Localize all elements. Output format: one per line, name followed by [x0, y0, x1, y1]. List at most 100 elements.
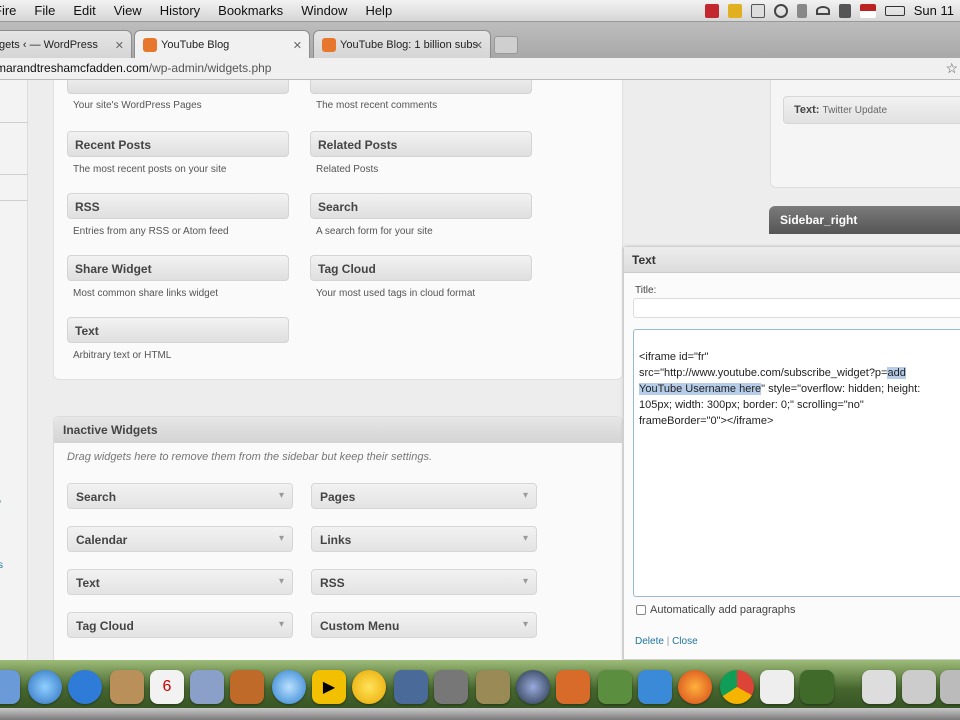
- flag-icon[interactable]: [859, 3, 876, 18]
- expand-arrow-icon[interactable]: ▾: [279, 533, 284, 544]
- menu-edit[interactable]: Edit: [64, 3, 104, 18]
- inactive-widget-search[interactable]: Search ▾: [67, 483, 293, 509]
- record-icon[interactable]: [704, 3, 719, 18]
- menubar-clock[interactable]: Sun 11: [914, 3, 954, 18]
- url-text[interactable]: marandtreshamcfadden.com/wp-admin/widget…: [0, 61, 271, 75]
- text-widget-header[interactable]: Text: [624, 247, 960, 273]
- widget-pages[interactable]: [67, 80, 289, 94]
- widget-action-links: Delete | Close: [635, 636, 698, 647]
- inactive-widget-text[interactable]: Text ▾: [67, 569, 293, 595]
- presentation-icon[interactable]: [556, 670, 590, 704]
- screenshot-stack-icon[interactable]: [862, 670, 896, 704]
- available-widgets-panel: Your site's WordPress Pages The most rec…: [53, 80, 623, 380]
- system-preferences-icon[interactable]: [434, 670, 468, 704]
- sidebar-right-header[interactable]: Sidebar_right: [769, 206, 960, 234]
- address-book-icon[interactable]: [110, 670, 144, 704]
- admin-left-menu: / s: [0, 80, 28, 660]
- browser-tab-strip: gets ‹ — WordPress ✕ YouTube Blog ✕ YouT…: [0, 22, 960, 58]
- numbers-icon[interactable]: [800, 670, 834, 704]
- volume-icon[interactable]: [838, 3, 851, 18]
- menu-link-fragment[interactable]: s: [0, 560, 3, 571]
- auto-paragraphs-option[interactable]: Automatically add paragraphs: [636, 604, 796, 616]
- auto-paragraphs-checkbox[interactable]: [636, 605, 646, 615]
- widget-tag-cloud[interactable]: Tag Cloud: [310, 255, 532, 281]
- charts-app-icon[interactable]: [598, 670, 632, 704]
- widget-rss[interactable]: RSS: [67, 193, 289, 219]
- inactive-widgets-header[interactable]: Inactive Widgets: [54, 417, 622, 443]
- close-link[interactable]: Close: [672, 636, 698, 647]
- sidebar-widget-twitter[interactable]: Text: Twitter Update: [783, 96, 960, 124]
- menu-bookmarks[interactable]: Bookmarks: [209, 3, 292, 18]
- itunes-icon[interactable]: [272, 670, 306, 704]
- expand-arrow-icon[interactable]: ▾: [523, 619, 528, 630]
- wifi-icon[interactable]: [815, 6, 830, 15]
- inactive-widget-rss[interactable]: RSS ▾: [311, 569, 537, 595]
- expand-arrow-icon[interactable]: ▾: [523, 533, 528, 544]
- close-icon[interactable]: ✕: [293, 39, 302, 52]
- title-input[interactable]: [633, 298, 960, 318]
- expand-arrow-icon[interactable]: ▾: [279, 619, 284, 630]
- widget-text[interactable]: Text: [67, 317, 289, 343]
- trash-icon[interactable]: [940, 670, 960, 704]
- photo-booth-icon[interactable]: [230, 670, 264, 704]
- widget-search[interactable]: Search: [310, 193, 532, 219]
- menu-file[interactable]: File: [25, 3, 64, 18]
- calendar-icon[interactable]: 6: [150, 670, 184, 704]
- battery-icon[interactable]: [884, 5, 905, 16]
- time-machine-icon[interactable]: [773, 3, 788, 18]
- address-bar[interactable]: marandtreshamcfadden.com/wp-admin/widget…: [0, 58, 960, 80]
- new-tab-button[interactable]: [494, 36, 518, 54]
- title-label: Title:: [635, 285, 657, 296]
- display-icon[interactable]: [750, 3, 765, 18]
- menu-history[interactable]: History: [151, 3, 209, 18]
- widget-recent-comments[interactable]: [310, 80, 532, 94]
- dashboard-icon[interactable]: [394, 670, 428, 704]
- photos-icon[interactable]: [190, 670, 224, 704]
- menu-view[interactable]: View: [105, 3, 151, 18]
- expand-arrow-icon[interactable]: ▾: [523, 490, 528, 501]
- bluetooth-icon[interactable]: [796, 3, 807, 18]
- widget-share[interactable]: Share Widget: [67, 255, 289, 281]
- status-area: Sun 11: [704, 3, 960, 18]
- plex-icon[interactable]: ▶: [312, 670, 346, 704]
- inactive-widget-custom-menu[interactable]: Custom Menu ▾: [311, 612, 537, 638]
- facetime-icon[interactable]: [68, 670, 102, 704]
- safari-icon[interactable]: [28, 670, 62, 704]
- adium-icon[interactable]: [352, 670, 386, 704]
- bookmark-star-icon[interactable]: ☆: [945, 60, 958, 77]
- close-icon[interactable]: ✕: [115, 39, 124, 52]
- tab-widgets[interactable]: gets ‹ — WordPress ✕: [0, 30, 132, 58]
- clipboard-icon[interactable]: [727, 3, 742, 18]
- menu-window[interactable]: Window: [292, 3, 356, 18]
- tab-youtube-blog[interactable]: YouTube Blog ✕: [134, 30, 310, 58]
- widget-content-textarea[interactable]: <iframe id="fr" src="http://www.youtube.…: [633, 329, 960, 597]
- inactive-widget-pages[interactable]: Pages ▾: [311, 483, 537, 509]
- firefox-icon[interactable]: [678, 670, 712, 704]
- expand-arrow-icon[interactable]: ▾: [279, 576, 284, 587]
- finder-icon[interactable]: [0, 670, 20, 704]
- inactive-widget-calendar[interactable]: Calendar ▾: [67, 526, 293, 552]
- auto-paragraphs-label: Automatically add paragraphs: [650, 604, 796, 616]
- textedit-icon[interactable]: [760, 670, 794, 704]
- widget-related-posts[interactable]: Related Posts: [310, 131, 532, 157]
- time-machine-dock-icon[interactable]: [516, 670, 550, 704]
- documents-stack-icon[interactable]: [902, 670, 936, 704]
- inactive-widget-links[interactable]: Links ▾: [311, 526, 537, 552]
- menu-help[interactable]: Help: [356, 3, 401, 18]
- widget-description: Entries from any RSS or Atom feed: [73, 226, 229, 237]
- inactive-widgets-panel: Inactive Widgets Drag widgets here to re…: [53, 416, 623, 660]
- inactive-widget-tag-cloud[interactable]: Tag Cloud ▾: [67, 612, 293, 638]
- menu-link-fragment[interactable]: /: [0, 500, 1, 511]
- close-icon[interactable]: ✕: [474, 39, 483, 52]
- chrome-icon[interactable]: [720, 670, 754, 704]
- widget-description: Most common share links widget: [73, 288, 219, 299]
- expand-arrow-icon[interactable]: ▾: [523, 576, 528, 587]
- expand-arrow-icon[interactable]: ▾: [279, 490, 284, 501]
- widget-description: Arbitrary text or HTML: [73, 350, 172, 361]
- widget-recent-posts[interactable]: Recent Posts: [67, 131, 289, 157]
- xcode-icon[interactable]: [476, 670, 510, 704]
- menu-firefox[interactable]: Fire: [0, 3, 25, 18]
- tab-youtube-blog-billion[interactable]: YouTube Blog: 1 billion subs ✕: [313, 30, 491, 58]
- twitter-app-icon[interactable]: [638, 670, 672, 704]
- delete-link[interactable]: Delete: [635, 636, 664, 647]
